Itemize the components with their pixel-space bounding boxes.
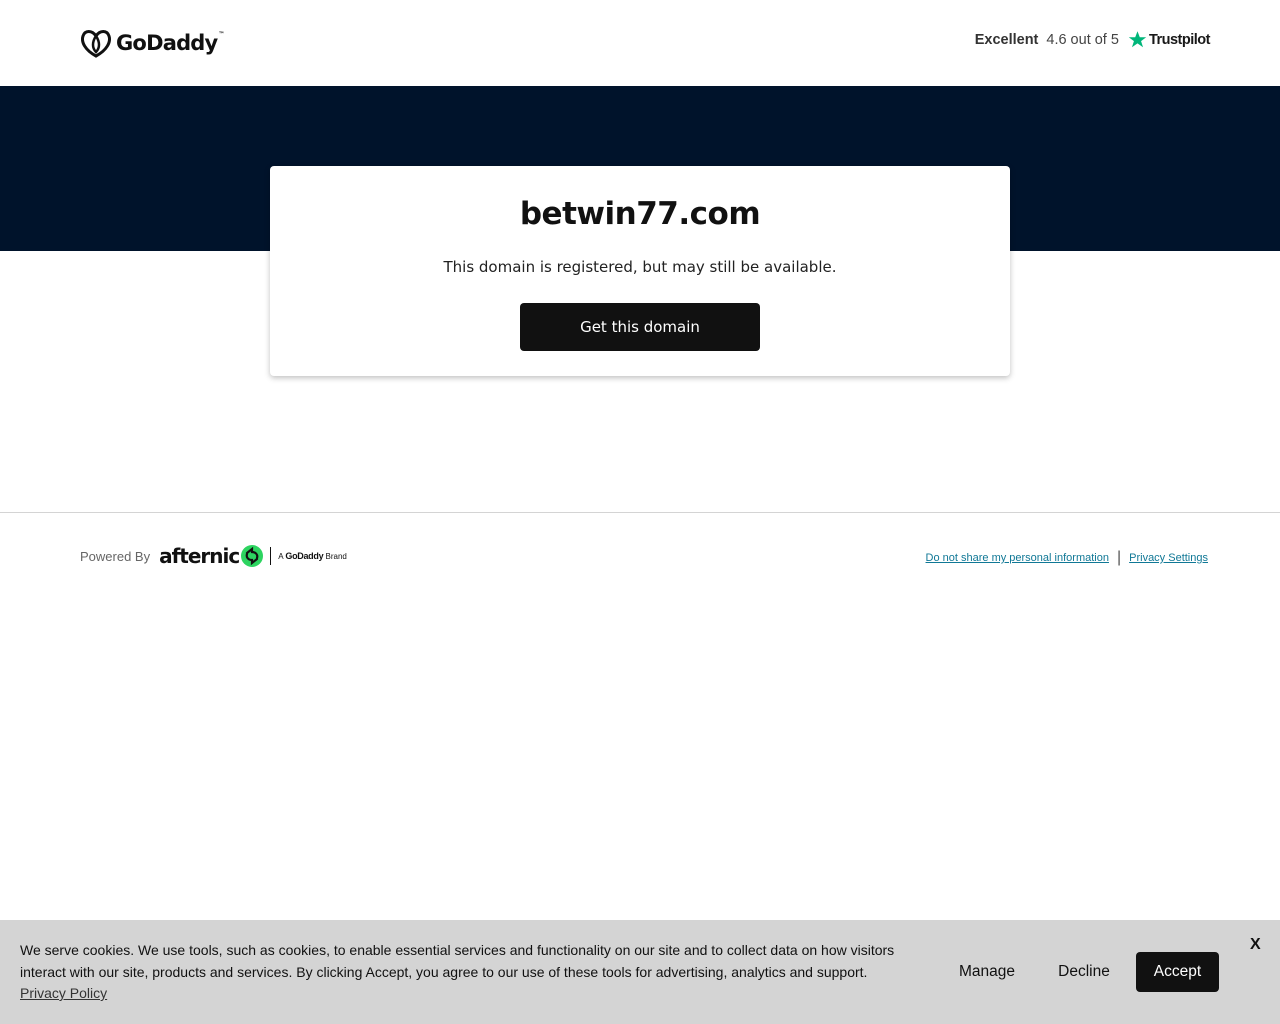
powered-by-label: Powered By <box>80 548 151 564</box>
cookie-banner: We serve cookies. We use tools, such as … <box>0 920 1280 1024</box>
godaddy-logo[interactable]: GoDaddy™ <box>80 28 224 58</box>
trustpilot-wordmark: Trustpilot <box>1148 31 1211 48</box>
domain-title: betwin77.com <box>519 196 761 232</box>
rating-score: 4.6 out of 5 <box>1046 31 1119 48</box>
trustpilot-star-icon <box>1128 31 1147 48</box>
godaddy-brand-tag: A GoDaddy Brand <box>278 551 347 561</box>
brand-separator <box>270 547 272 565</box>
rating-label: Excellent <box>974 31 1039 48</box>
domain-card: betwin77.com This domain is registered, … <box>270 166 1010 376</box>
godaddy-logo-icon <box>81 30 111 58</box>
powered-by: Powered By afternic A GoDaddy Brand <box>80 544 347 568</box>
footer-divider <box>0 512 1280 513</box>
domain-status-text: This domain is registered, but may still… <box>443 258 837 276</box>
accept-button[interactable]: Accept <box>1136 952 1219 992</box>
get-domain-button[interactable]: Get this domain <box>520 303 760 351</box>
trustpilot-rating[interactable]: Excellent 4.6 out of 5 Trustpilot <box>974 30 1211 49</box>
manage-button[interactable]: Manage <box>946 952 1028 992</box>
close-icon[interactable]: X <box>1250 936 1261 954</box>
afternic-wordmark[interactable]: afternic <box>159 544 240 568</box>
footer-links: Do not share my personal information | P… <box>926 549 1208 567</box>
privacy-policy-link[interactable]: Privacy Policy <box>20 983 920 1005</box>
do-not-share-link[interactable]: Do not share my personal information <box>926 552 1109 564</box>
cookie-message: We serve cookies. We use tools, such as … <box>20 940 920 1005</box>
decline-button[interactable]: Decline <box>1048 952 1120 992</box>
privacy-settings-link[interactable]: Privacy Settings <box>1129 552 1208 564</box>
cookie-text: We serve cookies. We use tools, such as … <box>20 942 895 980</box>
site-header: GoDaddy™ Excellent 4.6 out of 5 Trustpil… <box>0 0 1280 86</box>
logo-wordmark: GoDaddy™ <box>116 31 224 55</box>
afternic-logo-icon <box>241 545 264 567</box>
link-separator: | <box>1116 549 1122 566</box>
